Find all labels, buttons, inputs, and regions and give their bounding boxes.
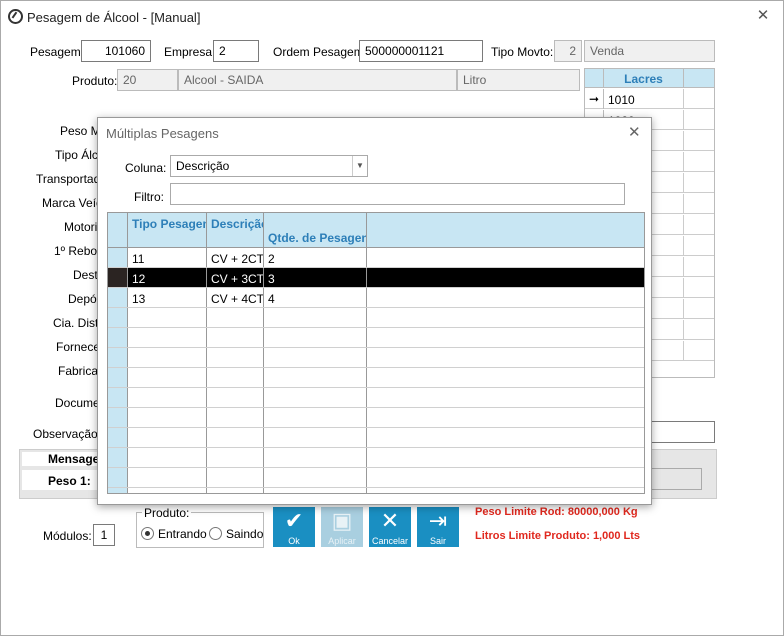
modulos-label: Módulos: [43, 529, 92, 543]
saindo-label: Saindo [226, 527, 264, 541]
litros-limite-text: Litros Limite Produto: 1,000 Lts [475, 530, 641, 542]
produto-label: Produto: [72, 74, 118, 88]
lacres-header-label: Lacres [624, 72, 663, 86]
cia-distr-label: Cia. Distr [53, 316, 103, 330]
ordem-pesagem-input[interactable]: 500000001121 [359, 40, 483, 62]
check-icon: ✔ [284, 508, 304, 533]
cancelar-button[interactable]: ✕ Cancelar [369, 507, 411, 547]
lacres-row[interactable]: ➞ 1010 [585, 89, 714, 109]
produto-code: 20 [117, 69, 178, 91]
col-qtde-pesagens[interactable]: Qtde. de Pesagens [264, 213, 367, 247]
ok-button[interactable]: ✔ Ok [273, 507, 315, 547]
table-row-selected[interactable]: 12 CV + 3CT 3 [108, 268, 644, 288]
dialog-title: Múltiplas Pesagens [106, 126, 219, 141]
tipo-movto-code: 2 [554, 40, 582, 62]
ordem-pesagem-label: Ordem Pesagem: [273, 45, 368, 59]
empresa-input[interactable]: 2 [213, 40, 259, 62]
pesagens-grid[interactable]: Tipo Pesagem Descrição Qtde. de Pesagens… [107, 212, 645, 494]
entrando-radio[interactable] [141, 527, 154, 540]
sair-button[interactable]: ⇥ Sair [417, 507, 459, 547]
peso1-label: Peso 1: [48, 474, 91, 488]
pesagem-input[interactable]: 101060 [81, 40, 151, 62]
dialog-close-button[interactable]: ✕ [628, 123, 641, 141]
table-row[interactable]: 11 CV + 2CT 2 [108, 248, 644, 268]
row-pointer-icon: ➞ [589, 92, 600, 106]
entrando-label: Entrando [158, 527, 207, 541]
peso-limite-text: Peso Limite Rod: 80000,000 Kg [475, 506, 638, 518]
app-logo-icon [8, 9, 23, 24]
title-bar: Pesagem de Álcool - [Manual] ✕ [1, 1, 783, 33]
produto-group-label: Produto: [142, 506, 192, 520]
tipo-movto-desc: Venda [584, 40, 715, 62]
coluna-label: Coluna: [125, 161, 167, 175]
coluna-select[interactable]: Descrição ▼ [170, 155, 368, 177]
chevron-down-icon: ▼ [352, 156, 367, 176]
lacre-value: 1010 [608, 93, 635, 107]
observacao-label: Observação: [33, 427, 102, 441]
empresa-label: Empresa: [164, 45, 216, 59]
produto-desc: Alcool - SAIDA [178, 69, 457, 91]
destino-label: Dest [73, 268, 98, 282]
grid-header: Tipo Pesagem Descrição Qtde. de Pesagens [108, 213, 644, 248]
tipo-movto-label: Tipo Movto: [491, 45, 554, 59]
window-title: Pesagem de Álcool - [Manual] [27, 10, 201, 25]
col-descricao[interactable]: Descrição [207, 213, 264, 247]
pesagem-label: Pesagem: [30, 45, 85, 59]
lacres-header: Lacres [585, 69, 714, 88]
multiplas-pesagens-dialog: Múltiplas Pesagens ✕ Coluna: Descrição ▼… [97, 117, 652, 505]
modulos-input[interactable]: 1 [93, 524, 115, 546]
col-tipo-pesagem[interactable]: Tipo Pesagem [128, 213, 207, 247]
save-icon: ▣ [331, 508, 353, 533]
close-icon: ✕ [380, 508, 400, 533]
filtro-input[interactable] [170, 183, 625, 205]
produto-groupbox: Produto: Entrando Saindo [136, 506, 264, 548]
saindo-radio[interactable] [209, 527, 222, 540]
aplicar-button[interactable]: ▣ Aplicar [321, 507, 363, 547]
filtro-label: Filtro: [134, 190, 164, 204]
table-row[interactable]: 13 CV + 4CT 4 [108, 288, 644, 308]
exit-icon: ⇥ [428, 508, 448, 533]
window-close-button[interactable]: ✕ [753, 6, 773, 24]
produto-unit: Litro [457, 69, 580, 91]
